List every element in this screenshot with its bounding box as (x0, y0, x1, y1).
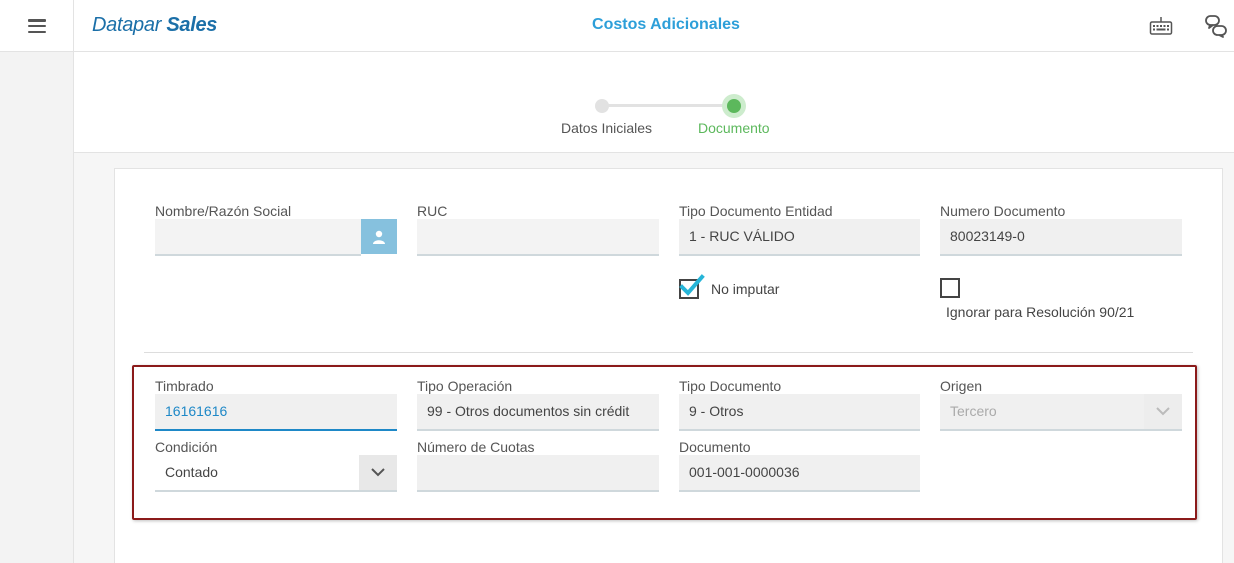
left-rail (0, 52, 74, 563)
app-logo[interactable]: Datapar Sales (92, 14, 217, 37)
logo-text-sales: Sales (166, 14, 218, 36)
app-root: Datapar Sales Costos Adicionales Datos I… (0, 0, 1234, 563)
documento-label: Documento (679, 439, 751, 455)
logo-text-datapar: Datapar (92, 14, 162, 36)
tipo-operacion-label: Tipo Operación (417, 378, 513, 394)
chat-icon (1205, 15, 1227, 38)
timbrado-label: Timbrado (155, 378, 214, 394)
step-dot-datos-iniciales[interactable] (595, 99, 609, 113)
numero-documento-field[interactable]: 80023149-0 (940, 219, 1182, 256)
ignorar-resolucion-label: Ignorar para Resolución 90/21 (946, 304, 1135, 320)
tipo-documento-label: Tipo Documento (679, 378, 782, 394)
ruc-input[interactable] (417, 219, 659, 256)
step-label-datos-iniciales[interactable]: Datos Iniciales (561, 120, 652, 136)
condicion-dropdown-button[interactable] (359, 455, 397, 490)
search-entity-button[interactable] (361, 219, 397, 254)
step-label-documento[interactable]: Documento (698, 120, 770, 136)
tipo-documento-field[interactable]: 9 - Otros (679, 394, 920, 431)
chevron-down-icon (1156, 407, 1170, 416)
documento-field[interactable]: 001-001-0000036 (679, 455, 920, 492)
menu-button[interactable] (0, 0, 74, 52)
stepper-connector (604, 104, 734, 107)
no-imputar-label: No imputar (711, 281, 780, 297)
page-title: Costos Adicionales (592, 16, 740, 33)
step-dot-documento[interactable] (727, 99, 741, 113)
wizard-stepper: Datos Iniciales Documento (74, 52, 1234, 153)
checkmark-icon (679, 274, 705, 296)
person-icon (373, 230, 385, 244)
chevron-down-icon (371, 468, 385, 477)
no-imputar-checkbox[interactable] (679, 274, 705, 299)
tipo-doc-entidad-label: Tipo Documento Entidad (679, 203, 833, 219)
chat-button[interactable] (1202, 12, 1230, 40)
keyboard-icon (1149, 17, 1173, 35)
nombre-label: Nombre/Razón Social (155, 203, 292, 219)
tipo-operacion-field[interactable]: 99 - Otros documentos sin crédit (417, 394, 659, 431)
condicion-label: Condición (155, 439, 218, 455)
section-divider (144, 352, 1193, 353)
numero-cuotas-label: Número de Cuotas (417, 439, 535, 455)
top-header: Datapar Sales Costos Adicionales (0, 0, 1234, 52)
tipo-doc-entidad-field[interactable]: 1 - RUC VÁLIDO (679, 219, 920, 256)
nombre-input[interactable] (155, 219, 361, 256)
numero-documento-label: Numero Documento (940, 203, 1066, 219)
origen-label: Origen (940, 378, 983, 394)
ruc-label: RUC (417, 203, 448, 219)
origen-dropdown-button[interactable] (1144, 394, 1182, 429)
keyboard-button[interactable] (1147, 12, 1175, 40)
timbrado-input[interactable]: 16161616 (155, 394, 397, 431)
ignorar-resolucion-checkbox[interactable] (940, 278, 960, 298)
menu-icon (27, 19, 46, 33)
numero-cuotas-input[interactable] (417, 455, 659, 492)
